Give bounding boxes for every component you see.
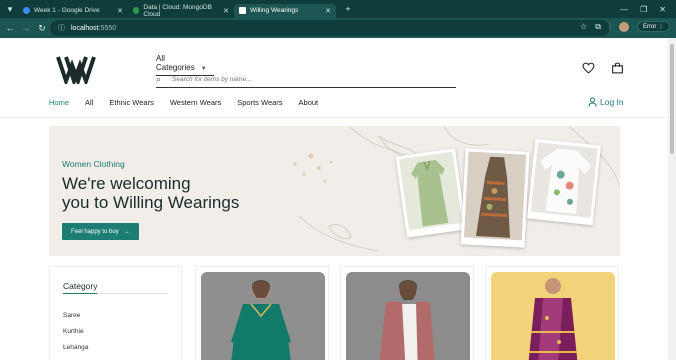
back-icon[interactable]: ← bbox=[2, 23, 18, 33]
nav-ethnic-wears[interactable]: Ethnic Wears bbox=[109, 98, 153, 107]
login-button[interactable]: Log In bbox=[588, 97, 624, 107]
arrow-right-icon: → bbox=[123, 228, 130, 235]
bookmark-star-icon[interactable]: ☆ bbox=[580, 22, 587, 31]
hero-headline-line-1: We're welcoming bbox=[62, 174, 191, 193]
nav-western-wears[interactable]: Western Wears bbox=[170, 98, 221, 107]
separator: | bbox=[608, 22, 611, 31]
close-tab-icon[interactable]: ✕ bbox=[117, 7, 123, 15]
feel-happy-to-buy-button[interactable]: Feel happy to buy → bbox=[62, 223, 139, 240]
hero-eyebrow: Women Clothing bbox=[62, 159, 125, 169]
hero-headline: We're welcoming you to Willing Wearings bbox=[62, 174, 322, 212]
tab-google-drive[interactable]: Week 1 - Google Drive ✕ bbox=[18, 4, 128, 18]
willing-wearings-logo[interactable] bbox=[56, 54, 96, 84]
scrollbar-thumb[interactable] bbox=[670, 44, 674, 154]
category-option-saree[interactable]: Saree bbox=[63, 312, 80, 319]
header-divider bbox=[0, 117, 668, 118]
category-sidebar: Category Saree Kurthie Lehanga bbox=[49, 266, 182, 360]
close-tab-icon[interactable]: ✕ bbox=[325, 7, 331, 15]
tab-label: Willing Wearings bbox=[250, 7, 299, 14]
bag-icon[interactable] bbox=[611, 62, 624, 74]
extensions-icon[interactable]: ⧉ bbox=[595, 22, 601, 32]
profile-avatar[interactable] bbox=[618, 21, 629, 32]
product-card[interactable] bbox=[340, 266, 474, 360]
forward-icon[interactable]: → bbox=[18, 23, 34, 33]
main-nav: Home All Ethnic Wears Western Wears Spor… bbox=[49, 98, 334, 107]
nav-home[interactable]: Home bbox=[49, 98, 69, 107]
browser-toolbar: ← → ↻ ⓘ localhost:5550 ☆ ⧉ | Error ⋮ bbox=[0, 18, 676, 38]
product-card[interactable] bbox=[485, 266, 619, 360]
search-input[interactable] bbox=[172, 76, 432, 83]
tab-label: Week 1 - Google Drive bbox=[34, 7, 100, 14]
site-info-icon[interactable]: ⓘ bbox=[58, 23, 65, 33]
tab-label: Data | Cloud: MongoDB Cloud bbox=[143, 3, 212, 18]
heart-icon[interactable] bbox=[582, 62, 595, 74]
category-title: Category bbox=[63, 281, 98, 291]
tab-willing-wearings[interactable]: Willing Wearings ✕ bbox=[234, 3, 336, 18]
product-image-purple-saree[interactable] bbox=[491, 272, 615, 360]
hero-headline-line-2: you to Willing Wearings bbox=[62, 193, 240, 212]
url-host: localhost bbox=[71, 24, 99, 32]
cta-label: Feel happy to buy bbox=[71, 228, 119, 235]
window-controls: — ❐ ✕ bbox=[620, 5, 676, 14]
hero-photo-white-top bbox=[526, 138, 602, 226]
toolbar-actions: ☆ ⧉ | Error ⋮ bbox=[580, 21, 670, 32]
search-icon[interactable]: ⌕ bbox=[156, 74, 170, 85]
model-purple-saree-image bbox=[491, 272, 615, 360]
category-option-kurthie[interactable]: Kurthie bbox=[63, 328, 84, 335]
model-pink-suit-image bbox=[346, 272, 470, 360]
category-select-value: All Categories bbox=[156, 54, 195, 72]
header-icons bbox=[582, 62, 624, 74]
product-card[interactable] bbox=[195, 266, 329, 360]
error-button[interactable]: Error ⋮ bbox=[636, 21, 670, 32]
tab-search-icon[interactable]: ▾ bbox=[2, 4, 18, 15]
nav-about[interactable]: About bbox=[299, 98, 319, 107]
browser-tab-strip: ▾ Week 1 - Google Drive ✕ Data | Cloud: … bbox=[0, 0, 676, 18]
hero-photo-printed-dress bbox=[460, 148, 530, 248]
tab-mongodb[interactable]: Data | Cloud: MongoDB Cloud ✕ bbox=[128, 4, 234, 18]
printed-dress-image bbox=[463, 151, 527, 241]
new-tab-button[interactable]: + bbox=[340, 4, 356, 14]
hero-photo-green-kurta bbox=[395, 148, 467, 238]
hero-banner: Women Clothing We're welcoming you to Wi… bbox=[49, 126, 620, 256]
url-port: :5550 bbox=[98, 24, 117, 32]
minimize-icon[interactable]: — bbox=[620, 5, 628, 14]
drive-favicon-icon bbox=[23, 7, 30, 14]
product-image-pink-suit[interactable] bbox=[346, 272, 470, 360]
close-tab-icon[interactable]: ✕ bbox=[223, 7, 229, 15]
reload-icon[interactable]: ↻ bbox=[34, 23, 50, 34]
user-icon bbox=[588, 97, 597, 107]
url-text: localhost:5550 bbox=[71, 25, 116, 32]
category-option-lehanga[interactable]: Lehanga bbox=[63, 344, 88, 351]
search-bar: ⌕ bbox=[156, 72, 456, 88]
mongodb-favicon-icon bbox=[133, 7, 140, 14]
nav-sports-wears[interactable]: Sports Wears bbox=[237, 98, 282, 107]
error-label: Error bbox=[642, 24, 657, 30]
close-window-icon[interactable]: ✕ bbox=[659, 5, 666, 14]
login-label: Log In bbox=[600, 97, 624, 107]
nav-all[interactable]: All bbox=[85, 98, 93, 107]
ww-favicon-icon bbox=[239, 7, 246, 14]
category-underline-accent bbox=[63, 293, 97, 294]
white-top-image bbox=[530, 142, 598, 218]
address-bar[interactable]: ⓘ localhost:5550 bbox=[50, 20, 610, 36]
category-underline bbox=[63, 293, 168, 294]
page-scrollbar[interactable] bbox=[668, 38, 676, 360]
green-kurta-image bbox=[398, 151, 463, 231]
product-image-green-kurta[interactable] bbox=[201, 272, 325, 360]
web-page: All Categories▼ ⌕ Home All Ethnic Wears … bbox=[0, 38, 668, 360]
maximize-icon[interactable]: ❐ bbox=[640, 5, 647, 14]
model-green-kurta-image bbox=[201, 272, 325, 360]
